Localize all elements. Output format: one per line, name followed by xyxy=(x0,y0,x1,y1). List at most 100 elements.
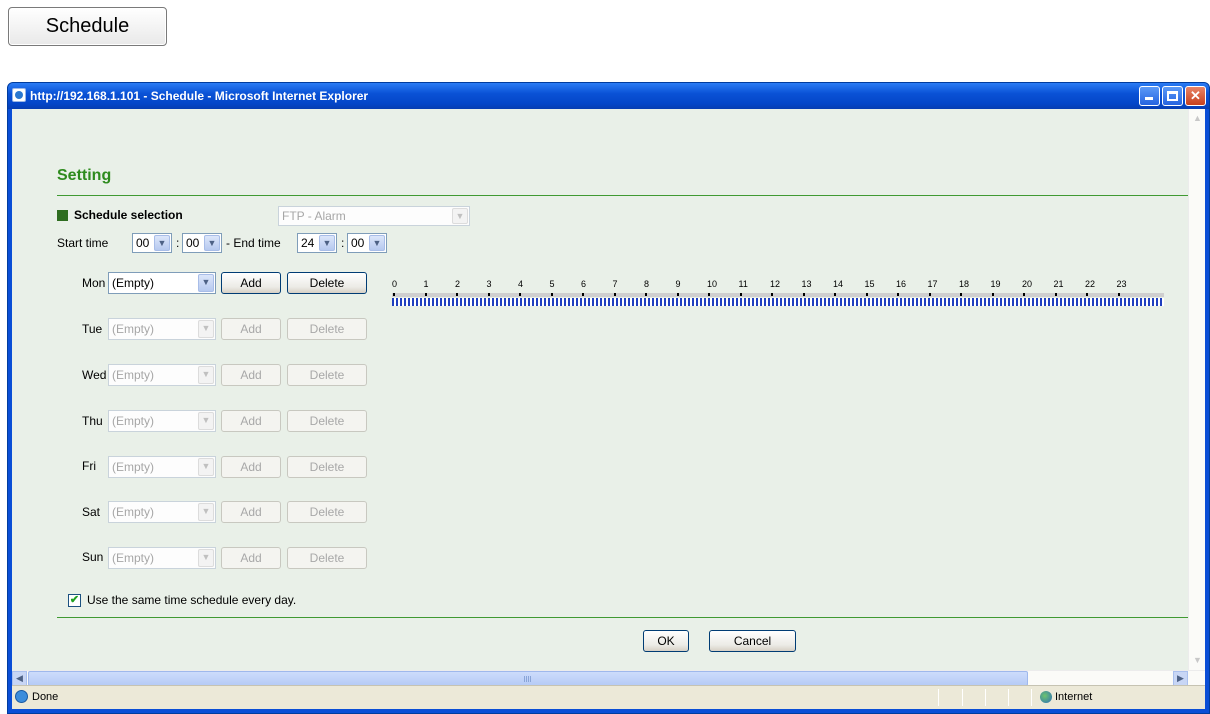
hour-slot-bars[interactable] xyxy=(392,298,1164,306)
hour-tick xyxy=(991,293,994,296)
hour-tick xyxy=(424,293,427,296)
hour-label: 23 xyxy=(1116,279,1127,289)
horizontal-scroll-thumb[interactable] xyxy=(28,671,1028,685)
hour-label: 1 xyxy=(423,279,429,289)
status-divider xyxy=(938,689,939,706)
cancel-button[interactable]: Cancel xyxy=(709,630,796,652)
hour-label: 4 xyxy=(518,279,524,289)
scroll-up-icon[interactable]: ▲ xyxy=(1190,111,1205,126)
hour-tick xyxy=(865,293,868,296)
hour-label: 15 xyxy=(864,279,875,289)
schedule-selection-label: Schedule selection xyxy=(57,208,183,222)
end-time-label: - End time xyxy=(226,236,281,250)
page-content: Setting Schedule selection FTP - Alarm ▼… xyxy=(12,109,1205,685)
window-title: http://192.168.1.101 - Schedule - Micros… xyxy=(30,89,369,103)
security-zone: Internet xyxy=(1055,691,1093,703)
delete-button-fri[interactable]: Delete xyxy=(287,456,367,478)
schedule-selection-select[interactable]: FTP - Alarm ▼ xyxy=(278,206,470,226)
status-divider xyxy=(962,689,963,706)
hour-label: 2 xyxy=(455,279,461,289)
chevron-down-icon: ▼ xyxy=(198,412,214,430)
hour-tick xyxy=(1117,293,1120,296)
chevron-down-icon: ▼ xyxy=(198,320,214,338)
day-select-tue[interactable]: (Empty) ▼ xyxy=(108,318,216,340)
delete-button-mon[interactable]: Delete xyxy=(287,272,367,294)
start-hour-select[interactable]: 00 ▼ xyxy=(132,233,172,253)
hour-tick xyxy=(708,293,710,296)
scroll-left-icon[interactable]: ◀ xyxy=(12,671,27,685)
hour-label: 17 xyxy=(927,279,938,289)
day-select-wed[interactable]: (Empty) ▼ xyxy=(108,364,216,386)
delete-button-sat[interactable]: Delete xyxy=(287,501,367,523)
hour-label: 18 xyxy=(959,279,970,289)
hour-label: 14 xyxy=(833,279,844,289)
hour-label: 8 xyxy=(644,279,650,289)
status-bar: Done Internet xyxy=(12,685,1205,709)
add-button-mon[interactable]: Add xyxy=(221,272,281,294)
day-label-fri: Fri xyxy=(82,459,96,473)
hour-tick xyxy=(550,293,553,296)
status-divider xyxy=(1008,689,1009,706)
hour-label: 13 xyxy=(801,279,812,289)
start-minute-select[interactable]: 00 ▼ xyxy=(182,233,222,253)
title-bar[interactable]: http://192.168.1.101 - Schedule - Micros… xyxy=(8,83,1209,109)
add-button-thu[interactable]: Add xyxy=(221,410,281,432)
ok-button[interactable]: OK xyxy=(643,630,689,652)
end-hour-select[interactable]: 24 ▼ xyxy=(297,233,337,253)
schedule-button[interactable]: Schedule xyxy=(8,7,167,46)
top-divider xyxy=(57,195,1197,196)
end-minute-select[interactable]: 00 ▼ xyxy=(347,233,387,253)
hour-label: 10 xyxy=(707,279,718,289)
vertical-scrollbar[interactable]: ▲ ▼ xyxy=(1188,109,1205,670)
add-button-fri[interactable]: Add xyxy=(221,456,281,478)
scroll-right-icon[interactable]: ▶ xyxy=(1173,671,1188,685)
add-button-sun[interactable]: Add xyxy=(221,547,281,569)
hour-tick xyxy=(928,293,931,296)
chevron-down-icon: ▼ xyxy=(369,235,385,251)
hour-tick xyxy=(582,293,584,296)
day-select-mon[interactable]: (Empty) ▼ xyxy=(108,272,216,294)
same-schedule-label: Use the same time schedule every day. xyxy=(87,593,297,607)
delete-button-sun[interactable]: Delete xyxy=(287,547,367,569)
section-heading: Setting xyxy=(57,167,112,184)
ie-icon xyxy=(15,690,28,703)
maximize-icon[interactable] xyxy=(1162,86,1183,106)
horizontal-scrollbar[interactable]: ◀ ▶ xyxy=(12,670,1205,685)
hour-label: 19 xyxy=(990,279,1001,289)
chevron-down-icon: ▼ xyxy=(198,458,214,476)
day-select-sun[interactable]: (Empty) ▼ xyxy=(108,547,216,569)
browser-window: http://192.168.1.101 - Schedule - Micros… xyxy=(7,82,1210,714)
chevron-down-icon: ▼ xyxy=(198,549,214,567)
day-select-thu[interactable]: (Empty) ▼ xyxy=(108,410,216,432)
hour-tick xyxy=(456,293,458,296)
day-label-sun: Sun xyxy=(82,550,104,564)
close-icon[interactable]: ✕ xyxy=(1185,86,1206,106)
day-label-wed: Wed xyxy=(82,368,107,382)
globe-icon xyxy=(1040,691,1052,703)
scroll-down-icon[interactable]: ▼ xyxy=(1190,653,1205,668)
hour-tick xyxy=(802,293,805,296)
minimize-icon[interactable] xyxy=(1139,86,1160,106)
hour-tick xyxy=(487,293,490,296)
delete-button-wed[interactable]: Delete xyxy=(287,364,367,386)
add-button-tue[interactable]: Add xyxy=(221,318,281,340)
hour-tick xyxy=(1023,293,1025,296)
day-label-thu: Thu xyxy=(82,414,103,428)
same-schedule-checkbox[interactable]: ✔ xyxy=(68,594,81,607)
chevron-down-icon: ▼ xyxy=(452,208,468,224)
chevron-down-icon: ▼ xyxy=(154,235,170,251)
square-bullet-icon xyxy=(57,209,68,221)
hour-track xyxy=(392,293,1164,297)
start-time-label: Start time xyxy=(57,236,109,250)
day-select-sat[interactable]: (Empty) ▼ xyxy=(108,501,216,523)
hour-label: 3 xyxy=(486,279,492,289)
add-button-wed[interactable]: Add xyxy=(221,364,281,386)
day-select-fri[interactable]: (Empty) ▼ xyxy=(108,456,216,478)
hour-tick xyxy=(676,293,679,296)
hour-tick xyxy=(613,293,616,296)
delete-button-thu[interactable]: Delete xyxy=(287,410,367,432)
delete-button-tue[interactable]: Delete xyxy=(287,318,367,340)
add-button-sat[interactable]: Add xyxy=(221,501,281,523)
hour-label: 20 xyxy=(1022,279,1033,289)
hour-tick xyxy=(897,293,899,296)
